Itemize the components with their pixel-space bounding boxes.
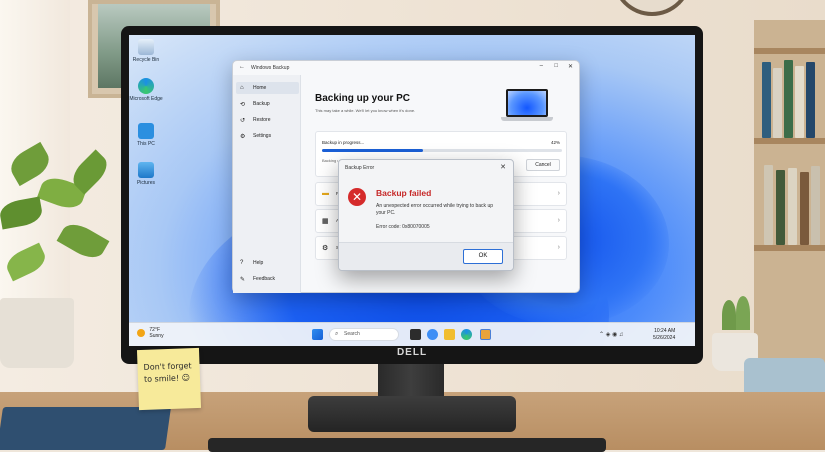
edge-taskbar-icon[interactable] bbox=[461, 329, 472, 340]
settings-gear-icon: ⚙ bbox=[322, 245, 329, 252]
monitor-stand bbox=[308, 396, 516, 432]
backup-app-taskbar-icon[interactable] bbox=[480, 329, 491, 340]
notebook bbox=[0, 407, 172, 450]
clock-date: 5/26/2024 bbox=[653, 335, 676, 341]
ok-button[interactable]: OK bbox=[463, 249, 503, 264]
book bbox=[795, 66, 804, 138]
apps-icon: ▦ bbox=[322, 218, 329, 225]
cancel-button[interactable]: Cancel bbox=[526, 159, 560, 171]
error-icon: ✕ bbox=[348, 188, 366, 206]
backup-error-dialog[interactable]: Backup Error ✕ ✕ Backup failed An unexpe… bbox=[338, 159, 514, 271]
search-placeholder: Search bbox=[344, 331, 360, 337]
sticky-note: Don't forget to smile! ☺ bbox=[136, 347, 202, 411]
chat-icon[interactable] bbox=[427, 329, 438, 340]
sun-icon bbox=[137, 329, 145, 337]
progress-label: Backup in progress... bbox=[322, 140, 365, 145]
weather-widget[interactable]: 72°F Sunny bbox=[137, 327, 164, 339]
error-heading: Backup failed bbox=[376, 188, 432, 198]
close-icon[interactable]: ✕ bbox=[568, 63, 573, 70]
laptop-illustration bbox=[501, 89, 553, 125]
sidebar-item-label: Home bbox=[253, 85, 267, 91]
plant-pot bbox=[0, 298, 74, 368]
succulent-leaf bbox=[722, 300, 736, 330]
shelf-board bbox=[754, 48, 825, 54]
book bbox=[784, 60, 793, 138]
chevron-right-icon: › bbox=[557, 217, 560, 224]
sticky-note-text: Don't forget to smile! ☺ bbox=[143, 361, 192, 384]
error-message: An unexpected error occurred while tryin… bbox=[376, 203, 494, 216]
help-icon: ? bbox=[240, 260, 244, 266]
dialog-title: Backup Error bbox=[345, 165, 375, 171]
restore-icon: ↺ bbox=[240, 117, 246, 124]
taskbar-clock[interactable]: 10:24 AM 5/26/2024 bbox=[653, 328, 675, 342]
sidebar-item-label: Backup bbox=[253, 101, 270, 107]
pictures-icon bbox=[138, 162, 154, 178]
book bbox=[762, 62, 771, 138]
search-icon: ⌕ bbox=[335, 331, 339, 337]
dialog-footer: OK bbox=[339, 242, 513, 270]
succulent-leaf bbox=[736, 296, 750, 330]
recycle-bin-icon bbox=[138, 39, 154, 55]
book bbox=[806, 62, 815, 138]
sidebar-item-label: Feedback bbox=[253, 276, 275, 282]
book bbox=[776, 170, 785, 245]
page-title: Backing up your PC bbox=[315, 93, 411, 104]
task-view-icon[interactable] bbox=[410, 329, 421, 340]
weather-desc: Sunny bbox=[149, 333, 164, 339]
desktop-screen: Recycle Bin Microsoft Edge This PC Pictu… bbox=[129, 35, 695, 346]
clock-time: 10:24 AM bbox=[654, 328, 676, 334]
back-arrow-icon[interactable]: ← bbox=[239, 64, 245, 70]
progress-bar bbox=[322, 149, 562, 152]
page-subtitle: This may take a while. We'll let you kno… bbox=[315, 108, 416, 113]
sidebar-item-home[interactable]: ⌂ Home bbox=[236, 82, 299, 94]
desktop-icon-label: Recycle Bin bbox=[132, 57, 160, 63]
chevron-right-icon: › bbox=[557, 190, 560, 197]
taskbar: 72°F Sunny ⌕ Search ⌃ ◈ ◉ ♫ 10:24 AM 5/2… bbox=[129, 322, 695, 346]
sidebar-item-help[interactable]: ? Help bbox=[236, 257, 299, 269]
desktop-icon-label: Pictures bbox=[136, 180, 156, 186]
progress-percent: 42% bbox=[550, 140, 560, 145]
sidebar-item-label: Help bbox=[253, 260, 264, 266]
sidebar-item-restore[interactable]: ↺ Restore bbox=[236, 114, 299, 126]
desktop-icon-this-pc[interactable]: This PC bbox=[129, 123, 163, 147]
start-icon[interactable] bbox=[312, 329, 323, 340]
desktop-icon-label: Microsoft Edge bbox=[129, 96, 163, 102]
system-tray-icons[interactable]: ⌃ ◈ ◉ ♫ bbox=[599, 331, 623, 338]
sidebar: ⌂ Home ⟲ Backup ↺ Restore ⚙ Settings ? H… bbox=[233, 75, 301, 293]
sidebar-item-label: Restore bbox=[253, 117, 271, 123]
edge-icon bbox=[138, 78, 154, 94]
sidebar-item-settings[interactable]: ⚙ Settings bbox=[236, 130, 299, 142]
book bbox=[764, 165, 773, 245]
computer-icon bbox=[138, 123, 154, 139]
desktop-icon-label: This PC bbox=[137, 141, 155, 147]
maximize-icon[interactable]: □ bbox=[554, 63, 558, 69]
sidebar-item-label: Settings bbox=[253, 133, 272, 139]
minimize-icon[interactable]: – bbox=[540, 63, 543, 69]
dialog-close-icon[interactable]: ✕ bbox=[500, 163, 506, 171]
backup-icon: ⟲ bbox=[240, 101, 246, 108]
sidebar-item-feedback[interactable]: ✎ Feedback bbox=[236, 273, 299, 285]
sidebar-item-backup[interactable]: ⟲ Backup bbox=[236, 98, 299, 110]
progress-bar-fill bbox=[322, 149, 423, 152]
shelf-board bbox=[754, 245, 825, 251]
monitor-brand-logo: DELL bbox=[396, 347, 428, 358]
desktop-icon-recycle-bin[interactable]: Recycle Bin bbox=[129, 39, 163, 63]
file-explorer-icon[interactable] bbox=[444, 329, 455, 340]
shelf-board bbox=[754, 138, 825, 144]
gear-icon: ⚙ bbox=[240, 133, 246, 140]
book bbox=[788, 168, 797, 245]
error-code: Error code: 0x80070005 bbox=[376, 224, 430, 230]
book bbox=[800, 172, 809, 245]
chevron-right-icon: › bbox=[557, 244, 560, 251]
desktop-icon-pictures[interactable]: Pictures bbox=[129, 162, 163, 186]
window-titlebar[interactable]: ← Windows Backup – □ ✕ bbox=[233, 61, 579, 75]
feedback-icon: ✎ bbox=[240, 276, 246, 283]
window-title: Windows Backup bbox=[251, 65, 290, 71]
desktop-icon-edge[interactable]: Microsoft Edge bbox=[129, 78, 163, 102]
folder-icon: ▬ bbox=[322, 190, 329, 197]
home-icon: ⌂ bbox=[240, 85, 244, 91]
taskbar-search[interactable]: ⌕ Search bbox=[329, 328, 399, 341]
book bbox=[811, 166, 820, 245]
book bbox=[773, 68, 782, 138]
